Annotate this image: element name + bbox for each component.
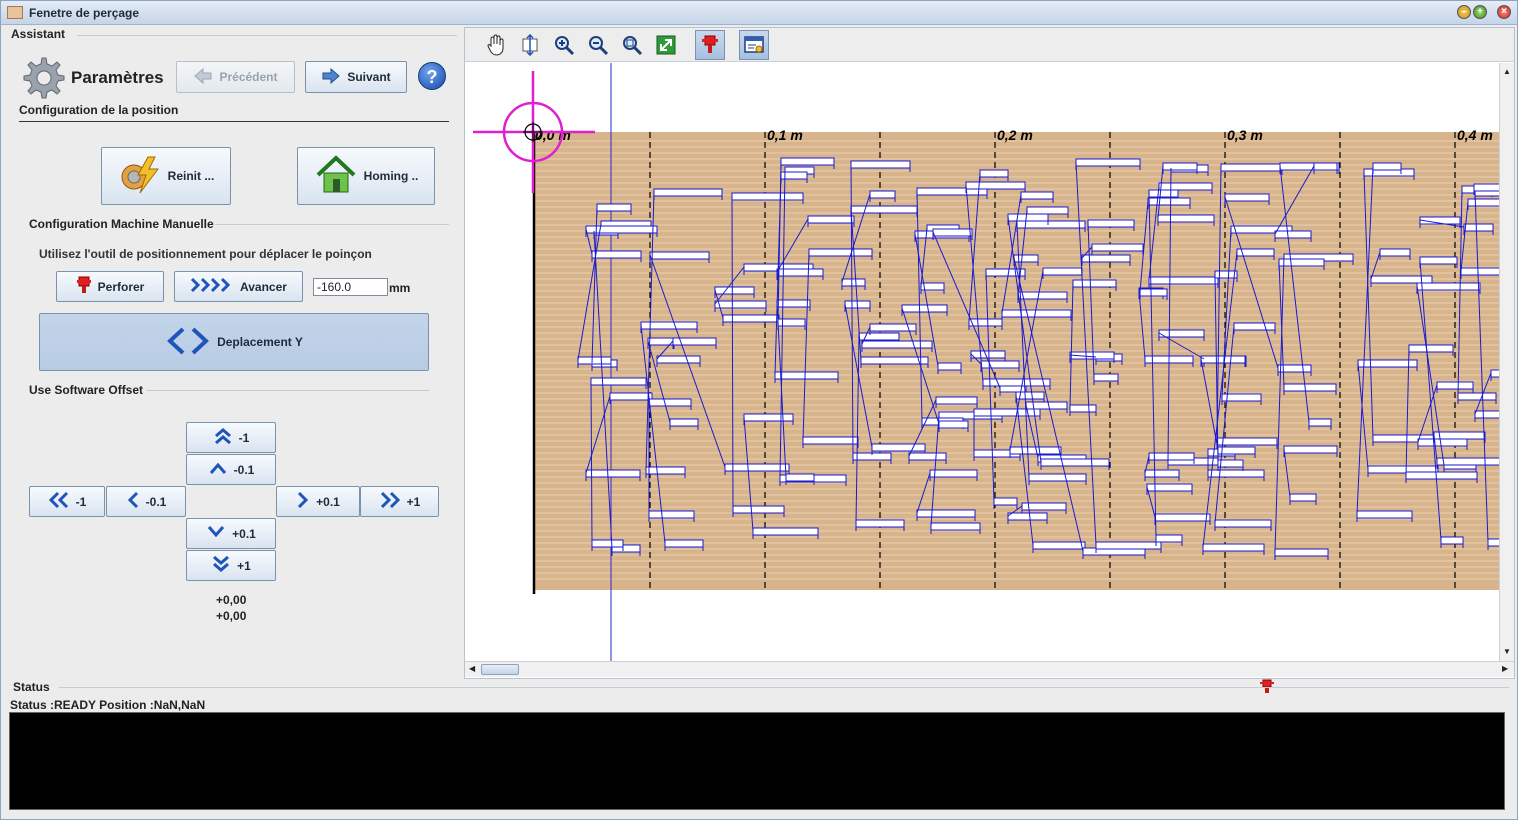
section-subtitle: Configuration de la position: [19, 103, 179, 117]
fast-forward-icon: [190, 277, 234, 296]
minimize-button[interactable]: –: [1457, 5, 1471, 19]
arrow-right-icon: [321, 67, 341, 87]
display-options-icon[interactable]: [739, 30, 769, 60]
offset-right-01-label: +0.1: [316, 494, 340, 509]
assistant-divider: [77, 35, 457, 36]
offset-down-1-button[interactable]: +1: [186, 550, 276, 581]
offset-up-01-label: -0.1: [233, 462, 255, 477]
next-label: Suivant: [347, 70, 391, 84]
previous-label: Précédent: [219, 70, 278, 84]
ruler-label: 0,2 m: [997, 127, 1033, 143]
offset-right-01-button[interactable]: +0.1: [276, 486, 360, 517]
fit-height-icon[interactable]: [515, 30, 545, 60]
score-drawing[interactable]: 0,0 m 0,1 m 0,2 m 0,3 m 0,4 m: [465, 63, 1499, 661]
reinit-label: Reinit ...: [167, 169, 215, 183]
scroll-left-icon[interactable]: ◀: [469, 664, 475, 673]
vertical-scrollbar[interactable]: ▲ ▼: [1499, 63, 1514, 661]
status-panel: Status Status :READY Position :NaN,NaN: [7, 680, 1515, 817]
app-icon: [7, 6, 23, 19]
help-icon[interactable]: ?: [418, 62, 446, 90]
view-toolbar: [465, 28, 1514, 62]
window-title: Fenetre de perçage: [29, 6, 140, 20]
double-chevron-right-icon: [379, 491, 401, 512]
offset-down-1-label: +1: [237, 558, 251, 573]
perforer-button[interactable]: Perforer: [56, 271, 164, 302]
offset-legend: Use Software Offset: [29, 383, 144, 397]
assistant-panel: Assistant Paramètres Précédent Suivant ?: [7, 27, 461, 679]
offset-up-1-button[interactable]: -1: [186, 422, 276, 453]
status-text: Status :READY Position :NaN,NaN: [10, 698, 206, 712]
manual-divider: [215, 224, 449, 225]
unit-label: mm: [389, 281, 411, 295]
move-y-label: Deplacement Y: [217, 335, 303, 349]
punch-icon: [76, 275, 92, 298]
ruler-label: 0,1 m: [767, 127, 803, 143]
double-chevron-up-icon: [213, 427, 233, 448]
offset-left-1-button[interactable]: -1: [29, 486, 105, 517]
offset-right-1-label: +1: [406, 494, 421, 509]
scroll-down-icon[interactable]: ▼: [1503, 647, 1511, 656]
scroll-right-icon[interactable]: ▶: [1502, 664, 1508, 673]
ruler-label: 0,4 m: [1457, 127, 1493, 143]
previous-button[interactable]: Précédent: [176, 61, 295, 93]
double-chevron-down-icon: [211, 555, 231, 576]
offset-up-01-button[interactable]: -0.1: [186, 454, 276, 485]
reinit-button[interactable]: Reinit ...: [101, 147, 231, 205]
offset-left-01-label: -0.1: [145, 494, 167, 509]
offset-divider: [147, 390, 429, 391]
avancer-label: Avancer: [240, 279, 287, 294]
home-icon: [314, 154, 358, 198]
close-button[interactable]: ×: [1497, 5, 1511, 19]
offset-right-1-button[interactable]: +1: [360, 486, 439, 517]
score-canvas[interactable]: 0,0 m 0,1 m 0,2 m 0,3 m 0,4 m: [465, 63, 1499, 661]
zoom-in-icon[interactable]: [549, 30, 579, 60]
scroll-up-icon[interactable]: ▲: [1503, 67, 1511, 76]
offset-value-x: +0,00: [216, 593, 247, 607]
assistant-legend: Assistant: [11, 27, 66, 41]
chevron-down-icon: [206, 525, 226, 542]
offset-up-1-label: -1: [238, 430, 250, 445]
subtitle-divider: [19, 121, 449, 122]
punch-icon[interactable]: [695, 30, 725, 60]
log-console[interactable]: [9, 712, 1505, 810]
double-chevron-left-icon: [48, 491, 70, 512]
distance-input[interactable]: [313, 278, 388, 296]
homing-button[interactable]: Homing ..: [297, 147, 435, 205]
offset-down-01-button[interactable]: +0.1: [186, 518, 276, 549]
offset-value-y: +0,00: [216, 609, 247, 623]
offset-down-01-label: +0.1: [232, 526, 256, 541]
status-divider: [59, 687, 1509, 688]
main-window: Fenetre de perçage – + × Assistant Param…: [0, 0, 1518, 820]
manual-hint: Utilisez l'outil de positionnement pour …: [39, 247, 372, 261]
perforer-label: Perforer: [97, 279, 145, 294]
manual-legend: Configuration Machine Manuelle: [29, 217, 214, 231]
title-bar: Fenetre de perçage – + ×: [1, 1, 1517, 25]
left-right-arrows-icon: [165, 326, 211, 359]
gear-icon: [19, 55, 65, 104]
zoom-window-icon[interactable]: [617, 30, 647, 60]
avancer-button[interactable]: Avancer: [174, 271, 303, 302]
page-title: Paramètres: [71, 68, 164, 87]
status-legend: Status: [13, 680, 50, 694]
maximize-button[interactable]: +: [1473, 5, 1487, 19]
ruler-label: 0,3 m: [1227, 127, 1263, 143]
chevron-up-icon: [208, 461, 228, 478]
horizontal-scrollbar[interactable]: ◀ ▶: [465, 661, 1514, 677]
scroll-thumb[interactable]: [481, 664, 519, 675]
offset-left-01-button[interactable]: -0.1: [106, 486, 186, 517]
fit-all-icon[interactable]: [651, 30, 681, 60]
arrow-left-icon: [193, 67, 213, 87]
hand-tool-icon[interactable]: [481, 30, 511, 60]
next-button[interactable]: Suivant: [305, 61, 407, 93]
score-view-panel: 0,0 m 0,1 m 0,2 m 0,3 m 0,4 m ▲ ▼ ◀ ▶: [464, 27, 1515, 679]
chevron-left-icon: [126, 491, 140, 512]
chevron-right-icon: [296, 491, 310, 512]
homing-label: Homing ..: [363, 169, 419, 183]
move-y-button[interactable]: Deplacement Y: [39, 313, 429, 371]
zoom-out-icon[interactable]: [583, 30, 613, 60]
offset-left-1-label: -1: [75, 494, 87, 509]
reset-lightning-icon: [118, 155, 162, 198]
